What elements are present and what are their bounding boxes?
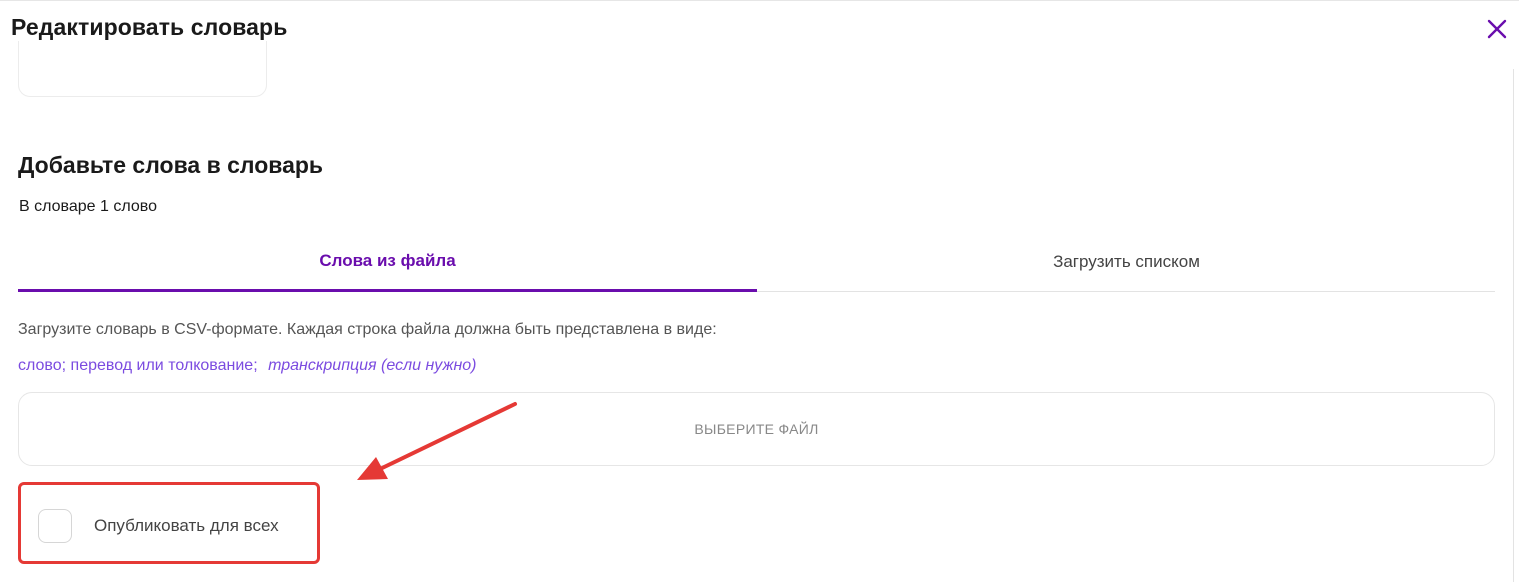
publish-highlight-box: Опубликовать для всех <box>18 482 320 564</box>
format-optional: транскрипция (если нужно) <box>268 357 477 374</box>
choose-file-button[interactable]: ВЫБЕРИТЕ ФАЙЛ <box>18 392 1495 466</box>
upload-instructions: Загрузите словарь в CSV-формате. Каждая … <box>18 321 717 338</box>
close-icon[interactable] <box>1484 16 1510 42</box>
modal-title: Редактировать словарь <box>11 14 288 40</box>
word-count: В словаре 1 слово <box>19 198 157 215</box>
format-example: слово; перевод или толкование; транскрип… <box>18 357 476 375</box>
scrollbar[interactable] <box>1513 69 1514 582</box>
edit-dictionary-modal: Редактировать словарь Добавьте слова в с… <box>0 0 1519 582</box>
publish-checkbox[interactable] <box>38 509 72 543</box>
publish-label[interactable]: Опубликовать для всех <box>94 516 279 536</box>
section-heading: Добавьте слова в словарь <box>18 152 324 178</box>
previous-card <box>18 41 267 97</box>
format-main: слово; перевод или толкование; <box>18 357 258 374</box>
tab-upload-list[interactable]: Загрузить списком <box>757 232 1496 292</box>
tabs: Слова из файла Загрузить списком <box>18 232 1495 292</box>
tab-words-from-file[interactable]: Слова из файла <box>18 232 757 292</box>
